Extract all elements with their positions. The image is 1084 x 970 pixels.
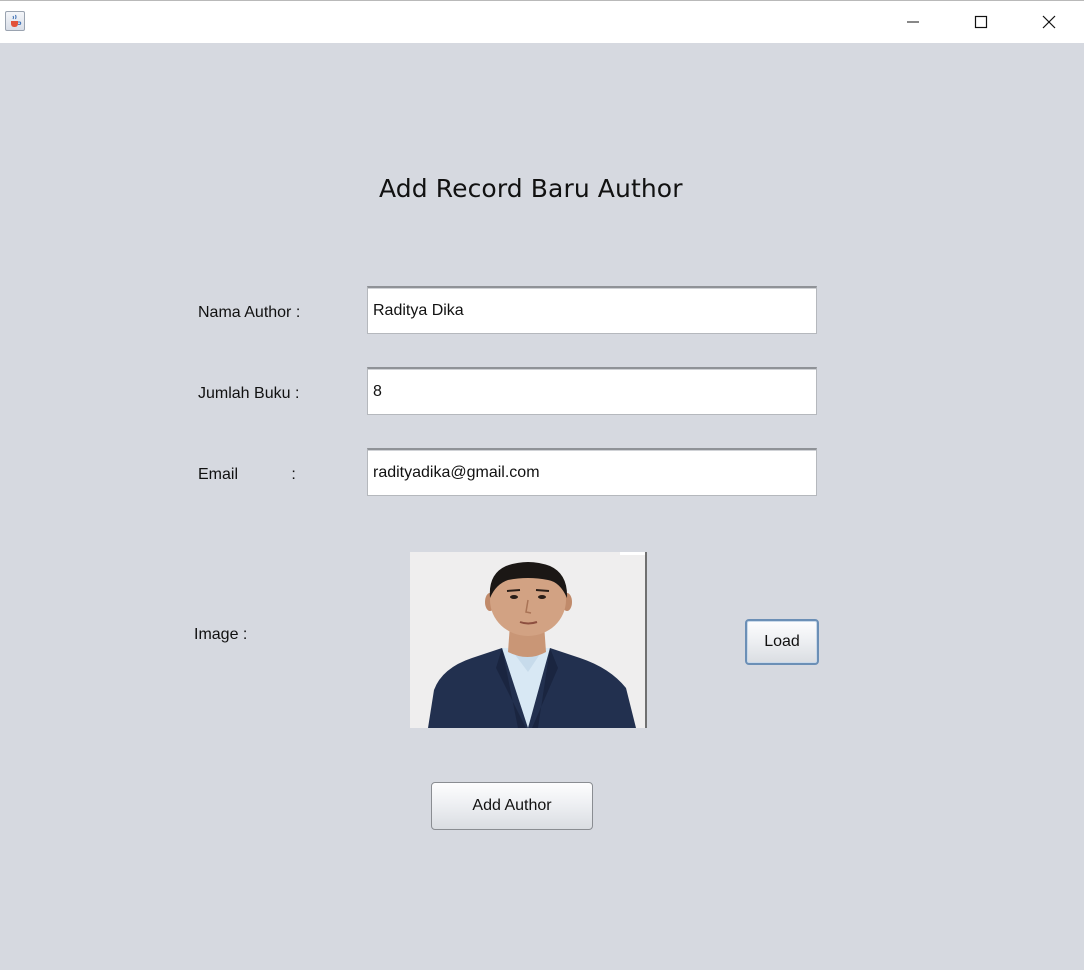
close-icon — [1042, 15, 1056, 29]
jumlah-buku-input[interactable] — [368, 369, 816, 414]
minimize-button[interactable] — [879, 1, 947, 43]
jumlah-buku-label: Jumlah Buku : — [198, 385, 300, 402]
nama-author-field[interactable] — [367, 286, 817, 334]
add-author-button[interactable]: Add Author — [431, 782, 593, 830]
add-author-window: Add Record Baru Author Nama Author : Jum… — [0, 0, 1084, 970]
maximize-button[interactable] — [947, 1, 1015, 43]
author-photo — [410, 552, 647, 728]
email-input[interactable] — [368, 450, 816, 495]
maximize-icon — [974, 15, 988, 29]
jumlah-buku-field[interactable] — [367, 367, 817, 415]
title-bar[interactable] — [0, 0, 1084, 43]
form-title: Add Record Baru Author — [379, 174, 683, 203]
minimize-icon — [907, 21, 919, 23]
email-label: Email : — [198, 466, 296, 483]
nama-author-label: Nama Author : — [198, 304, 301, 321]
email-field[interactable] — [367, 448, 817, 496]
java-cup-icon — [5, 11, 25, 31]
close-button[interactable] — [1015, 1, 1083, 43]
load-image-button[interactable]: Load — [745, 619, 819, 665]
image-label: Image : — [194, 626, 248, 643]
nama-author-input[interactable] — [368, 288, 816, 333]
